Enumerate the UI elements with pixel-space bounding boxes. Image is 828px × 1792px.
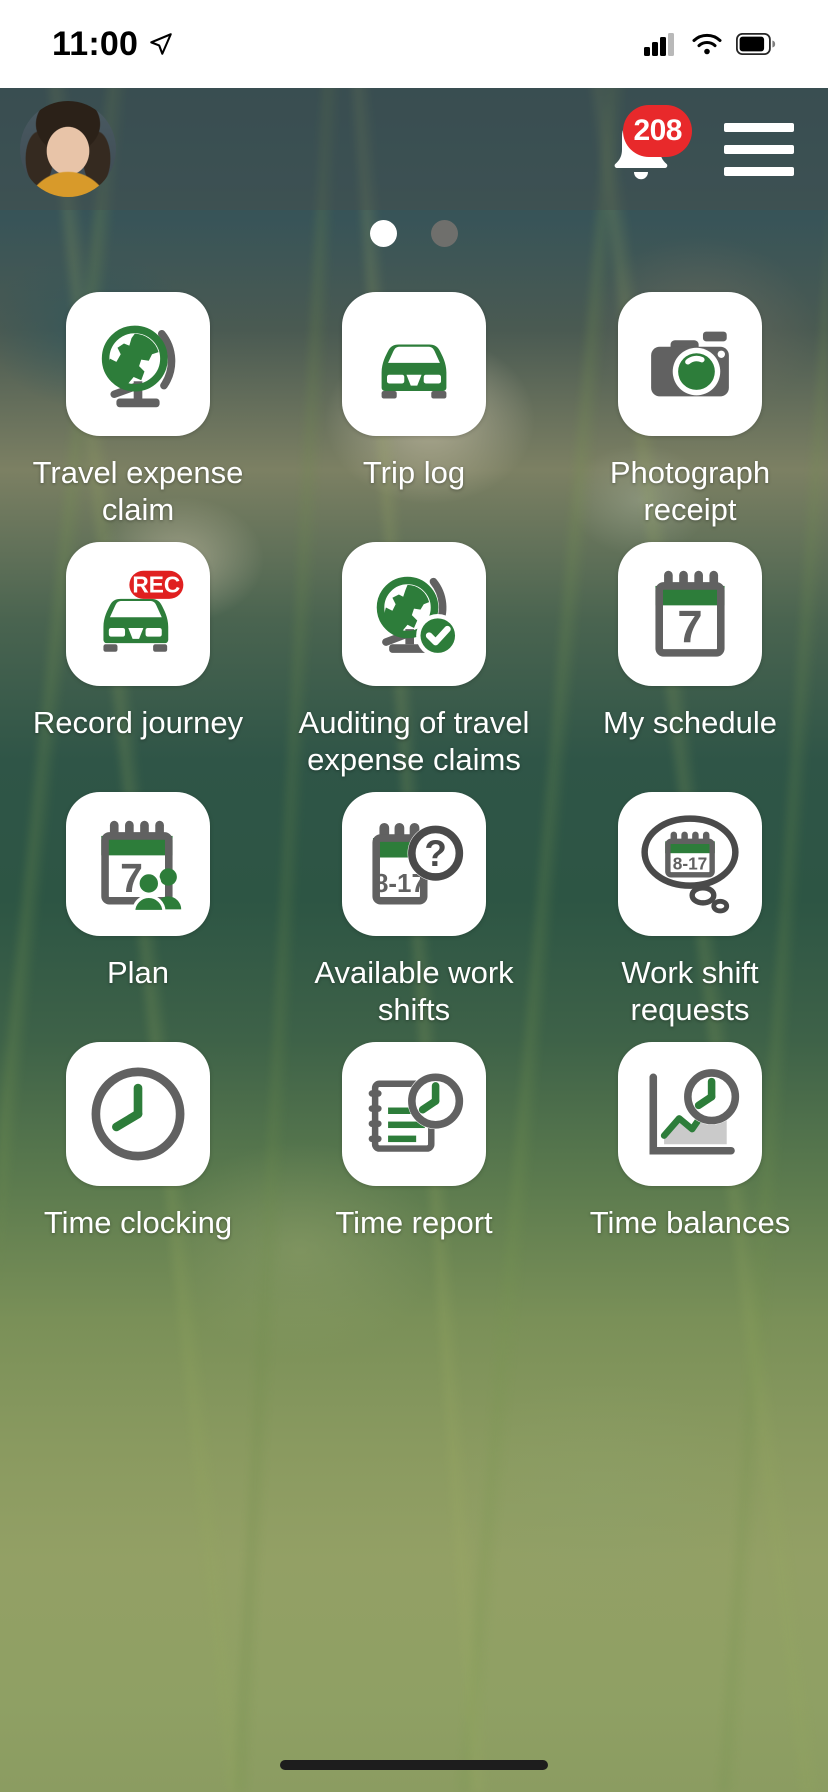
- grid-item-plan[interactable]: 7 Plan: [0, 792, 276, 1042]
- hamburger-bar-2: [724, 144, 794, 154]
- globe-check-icon: [376, 576, 460, 658]
- location-arrow-icon: [150, 33, 172, 55]
- calendar-speech-bubble-icon: 8-17: [641, 815, 739, 914]
- grid-item-trip-log[interactable]: Trip log: [276, 292, 552, 542]
- grid-item-label: Travel expense claim: [32, 455, 244, 527]
- tile-time-report[interactable]: [342, 1042, 486, 1186]
- page-dot-2[interactable]: [431, 220, 458, 247]
- grid-item-label: Trip log: [362, 455, 466, 490]
- tile-trip-log[interactable]: [342, 292, 486, 436]
- tile-plan[interactable]: 7: [66, 792, 210, 936]
- globe-stand-icon: [101, 325, 176, 408]
- avatar[interactable]: [20, 101, 116, 197]
- tile-record-journey[interactable]: REC: [66, 542, 210, 686]
- document-clock-icon: [368, 1072, 464, 1152]
- status-bar: 11:00: [0, 0, 828, 88]
- grid-item-label: Work shift requests: [621, 955, 759, 1027]
- tile-travel-expense-claim[interactable]: [66, 292, 210, 436]
- hamburger-bar-1: [724, 122, 794, 132]
- notification-badge: 208: [623, 105, 692, 157]
- app-screen: 11:00 208 Travel expense claim Trip log …: [0, 0, 828, 1792]
- cellular-signal-icon: [644, 33, 674, 56]
- car-rec-icon: REC: [103, 570, 184, 652]
- calendar-question-icon: 8-17 ?: [372, 822, 464, 905]
- status-bar-right: [644, 32, 776, 56]
- grid-item-photograph-receipt[interactable]: Photograph receipt: [552, 292, 828, 542]
- tile-time-balances[interactable]: [618, 1042, 762, 1186]
- grid-item-label: Record journey: [32, 705, 244, 740]
- grid-item-label: My schedule: [602, 705, 778, 740]
- rec-badge-text: REC: [132, 571, 180, 597]
- grid-item-time-balances[interactable]: Time balances: [552, 1042, 828, 1292]
- hamburger-menu-icon[interactable]: [724, 122, 794, 176]
- calendar-day-number: 7: [677, 601, 702, 652]
- grid-item-label: Auditing of travel expense claims: [298, 705, 530, 777]
- tile-available-work-shifts[interactable]: 8-17 ?: [342, 792, 486, 936]
- grid-item-time-report[interactable]: Time report: [276, 1042, 552, 1292]
- tile-time-clocking[interactable]: [66, 1042, 210, 1186]
- clock-icon: [91, 1067, 185, 1161]
- grid-item-label: Time balances: [589, 1205, 791, 1240]
- grid-item-available-work-shifts[interactable]: 8-17 ? Available work shifts: [276, 792, 552, 1042]
- grid-item-label: Time clocking: [43, 1205, 233, 1240]
- hamburger-bar-3: [724, 166, 794, 176]
- status-bar-left: 11:00: [52, 25, 174, 64]
- chart-clock-icon: [649, 1068, 740, 1155]
- camera-icon: [651, 331, 729, 397]
- page-dot-1[interactable]: [370, 220, 397, 247]
- header-actions: 208: [604, 105, 794, 189]
- tile-auditing-of-travel-expense-claims[interactable]: [342, 542, 486, 686]
- wifi-icon: [692, 33, 722, 55]
- calendar-hours-text: 8-17: [673, 853, 708, 873]
- app-icon-grid: Travel expense claim Trip log Photograph…: [0, 292, 828, 1292]
- grid-item-work-shift-requests[interactable]: 8-17 Work shift requests: [552, 792, 828, 1042]
- grid-item-label: Time report: [335, 1205, 493, 1240]
- home-indicator[interactable]: [280, 1760, 548, 1770]
- status-bar-clock: 11:00: [52, 24, 139, 63]
- calendar-people-icon: 7: [101, 820, 182, 914]
- grid-item-time-clocking[interactable]: Time clocking: [0, 1042, 276, 1292]
- grid-item-auditing-of-travel-expense-claims[interactable]: Auditing of travel expense claims: [276, 542, 552, 792]
- grid-item-label: Photograph receipt: [609, 455, 771, 527]
- car-front-icon: [381, 344, 447, 399]
- tile-photograph-receipt[interactable]: [618, 292, 762, 436]
- app-header-bar: 208: [0, 88, 828, 210]
- grid-item-my-schedule[interactable]: 7 My schedule: [552, 542, 828, 792]
- tile-work-shift-requests[interactable]: 8-17: [618, 792, 762, 936]
- calendar-7-icon: 7: [655, 570, 725, 657]
- grid-item-travel-expense-claim[interactable]: Travel expense claim: [0, 292, 276, 542]
- tile-my-schedule[interactable]: 7: [618, 542, 762, 686]
- page-indicator: [0, 220, 828, 247]
- battery-icon: [736, 33, 776, 55]
- grid-item-label: Plan: [106, 955, 170, 990]
- notifications-button[interactable]: 208: [604, 105, 692, 189]
- grid-item-label: Available work shifts: [314, 955, 514, 1027]
- question-mark-icon: ?: [424, 833, 446, 874]
- grid-item-record-journey[interactable]: REC Record journey: [0, 542, 276, 792]
